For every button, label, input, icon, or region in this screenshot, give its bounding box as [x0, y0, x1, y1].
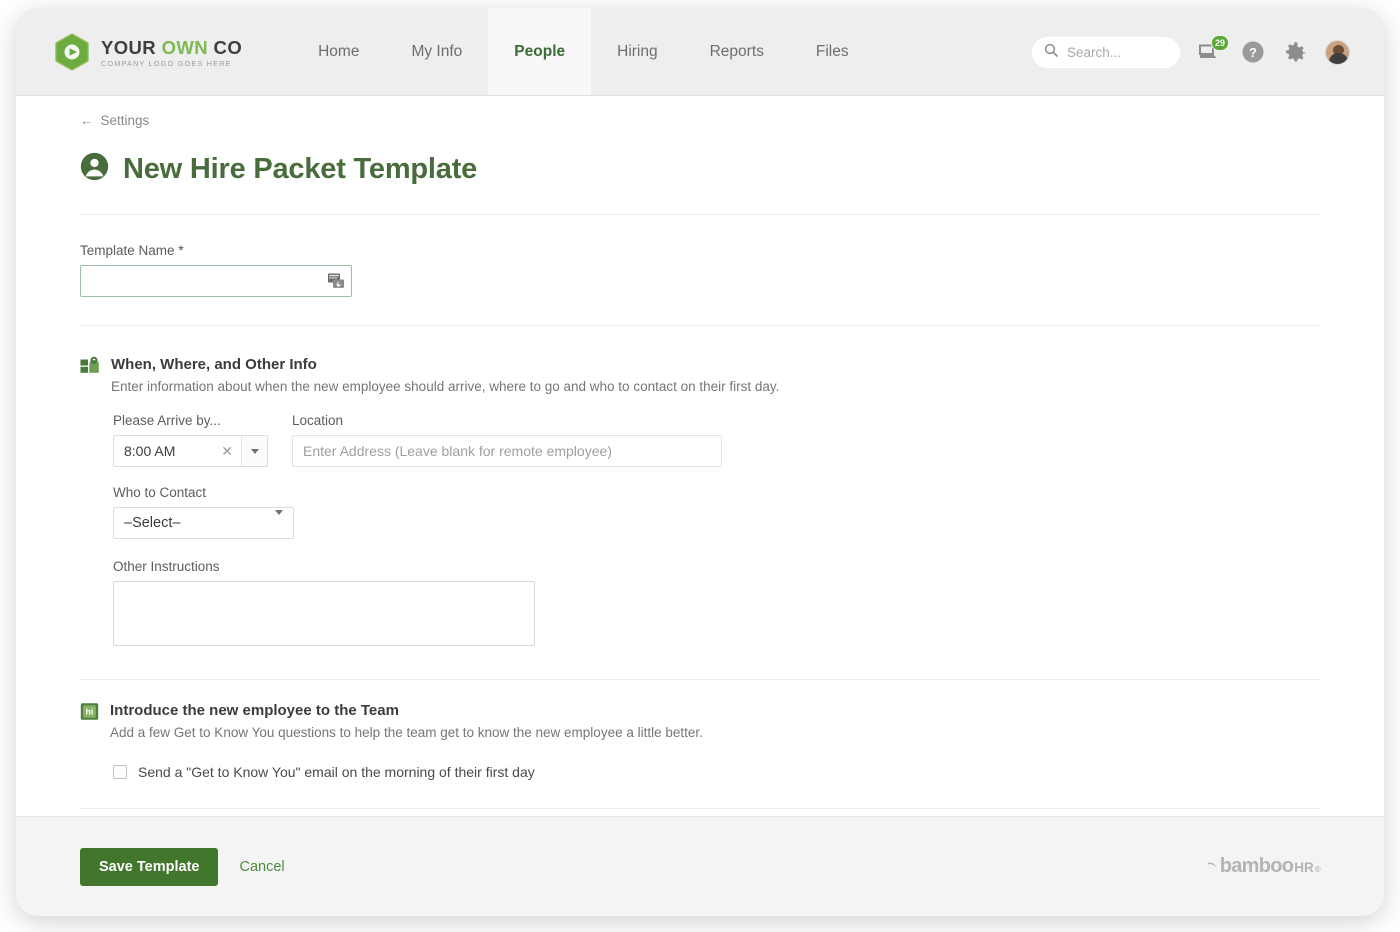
nav-item-people[interactable]: People [488, 8, 592, 96]
logo-title: YOUR OWN CO [101, 36, 243, 58]
map-location-icon [80, 356, 100, 381]
divider-under-title [80, 214, 1320, 215]
get-to-know-you-checkbox-row[interactable]: Send a "Get to Know You" email on the mo… [113, 764, 1320, 780]
who-to-contact-label: Who to Contact [113, 485, 207, 501]
bamboohr-logo-text-1: bamboo [1219, 855, 1294, 877]
input-method-icon[interactable] [328, 273, 345, 289]
nav-item-my-info[interactable]: My Info [385, 8, 488, 96]
cancel-button[interactable]: Cancel [239, 859, 284, 875]
arrive-location-row: Please Arrive by... 8:00 AM ✕ Location [113, 413, 1320, 468]
person-circle-icon [80, 152, 109, 186]
who-to-contact-group: Who to Contact –Select– [113, 485, 1320, 540]
who-to-contact-select[interactable]: –Select– [113, 507, 294, 540]
arrive-by-label: Please Arrive by... [113, 413, 221, 429]
arrive-by-value: 8:00 AM [124, 443, 176, 460]
svg-text:hi: hi [86, 707, 94, 717]
nav-item-files[interactable]: Files [790, 8, 875, 96]
search-box[interactable] [1032, 36, 1180, 68]
breadcrumb-back-settings[interactable]: ← Settings [80, 113, 149, 128]
notification-badge: 29 [1210, 34, 1229, 51]
top-navigation-bar: YOUR OWN CO COMPANY LOGO GOES HERE Home … [16, 8, 1384, 96]
section-when-where-header: When, Where, and Other Info Enter inform… [80, 356, 1320, 396]
company-logo[interactable]: YOUR OWN CO COMPANY LOGO GOES HERE [54, 33, 242, 71]
logo-text: YOUR OWN CO COMPANY LOGO GOES HERE [101, 36, 243, 69]
nav-right-tools: 29 ? [1032, 34, 1350, 68]
inbox-icon[interactable]: 29 [1196, 34, 1229, 66]
arrive-by-clear-icon[interactable]: ✕ [221, 443, 233, 460]
get-to-know-you-checkbox-label: Send a "Get to Know You" email on the mo… [138, 764, 535, 781]
arrive-by-group: Please Arrive by... 8:00 AM ✕ [113, 413, 268, 468]
save-template-button[interactable]: Save Template [80, 847, 219, 886]
template-name-input[interactable] [81, 266, 351, 296]
who-to-contact-value: –Select– [124, 515, 181, 532]
chevron-down-icon [275, 510, 283, 532]
arrive-by-dropdown-toggle[interactable] [241, 436, 267, 467]
divider-under-template-name [80, 325, 1320, 326]
section-introduce-header: hi Introduce the new employee to the Tea… [80, 702, 1320, 742]
location-input-wrapper[interactable] [292, 435, 722, 468]
nav-item-hiring[interactable]: Hiring [591, 8, 683, 96]
section-introduce: hi Introduce the new employee to the Tea… [80, 702, 1320, 780]
search-icon [1044, 43, 1058, 62]
bamboohr-logo-registered: ® [1314, 865, 1321, 874]
section-introduce-body: Send a "Get to Know You" email on the mo… [113, 764, 1320, 780]
app-window: YOUR OWN CO COMPANY LOGO GOES HERE Home … [16, 8, 1384, 916]
gear-icon[interactable] [1282, 39, 1309, 66]
section-when-where-description: Enter information about when the new emp… [111, 379, 780, 394]
template-name-label: Template Name * [80, 243, 184, 258]
bamboohr-logo-leaf-icon [1207, 855, 1218, 878]
section-when-where-text: When, Where, and Other Info Enter inform… [111, 356, 779, 396]
section-introduce-text: Introduce the new employee to the Team A… [110, 702, 703, 742]
other-instructions-label: Other Instructions [113, 559, 220, 575]
logo-mark-icon [54, 33, 90, 71]
location-group: Location [292, 413, 722, 468]
template-name-input-wrapper[interactable] [80, 265, 352, 297]
section-introduce-title: Introduce the new employee to the Team [110, 702, 399, 720]
section-introduce-description: Add a few Get to Know You questions to h… [110, 725, 703, 741]
nav-item-reports[interactable]: Reports [684, 8, 790, 96]
get-to-know-you-checkbox[interactable] [113, 765, 127, 780]
main-content: ← Settings New Hire Packet Template Temp… [16, 96, 1384, 816]
arrive-by-select[interactable]: 8:00 AM ✕ [113, 435, 268, 468]
svg-text:?: ? [1249, 45, 1257, 60]
divider-above-note [80, 808, 1320, 810]
nav-item-home[interactable]: Home [292, 8, 385, 96]
back-label: Settings [100, 113, 150, 128]
avatar[interactable] [1325, 39, 1350, 65]
other-instructions-group: Other Instructions [113, 559, 1320, 651]
logo-subtitle: COMPANY LOGO GOES HERE [101, 59, 232, 69]
page-title-row: New Hire Packet Template [80, 152, 1320, 186]
name-tag-icon: hi [80, 702, 99, 726]
bamboohr-logo: bamboo HR ® [1207, 855, 1321, 878]
divider-above-introduce [80, 679, 1320, 681]
template-name-field-group: Template Name * [80, 243, 1320, 297]
other-instructions-textarea[interactable] [113, 581, 535, 647]
search-input[interactable] [1067, 44, 1168, 60]
help-icon[interactable]: ? [1239, 39, 1266, 66]
page-title: New Hire Packet Template [123, 152, 478, 185]
back-arrow-icon: ← [80, 113, 94, 128]
section-when-where-title: When, Where, and Other Info [111, 356, 317, 373]
nav-links: Home My Info People Hiring Reports Files [292, 8, 875, 96]
footer-bar: Save Template Cancel bamboo HR ® [16, 816, 1384, 916]
chevron-down-icon [250, 448, 259, 454]
location-label: Location [292, 413, 344, 429]
section-when-where-body: Please Arrive by... 8:00 AM ✕ Location E… [113, 413, 1320, 651]
section-when-where: When, Where, and Other Info Enter inform… [80, 356, 1320, 651]
location-input[interactable] [293, 436, 721, 467]
bamboohr-logo-text-2: HR [1294, 860, 1314, 875]
